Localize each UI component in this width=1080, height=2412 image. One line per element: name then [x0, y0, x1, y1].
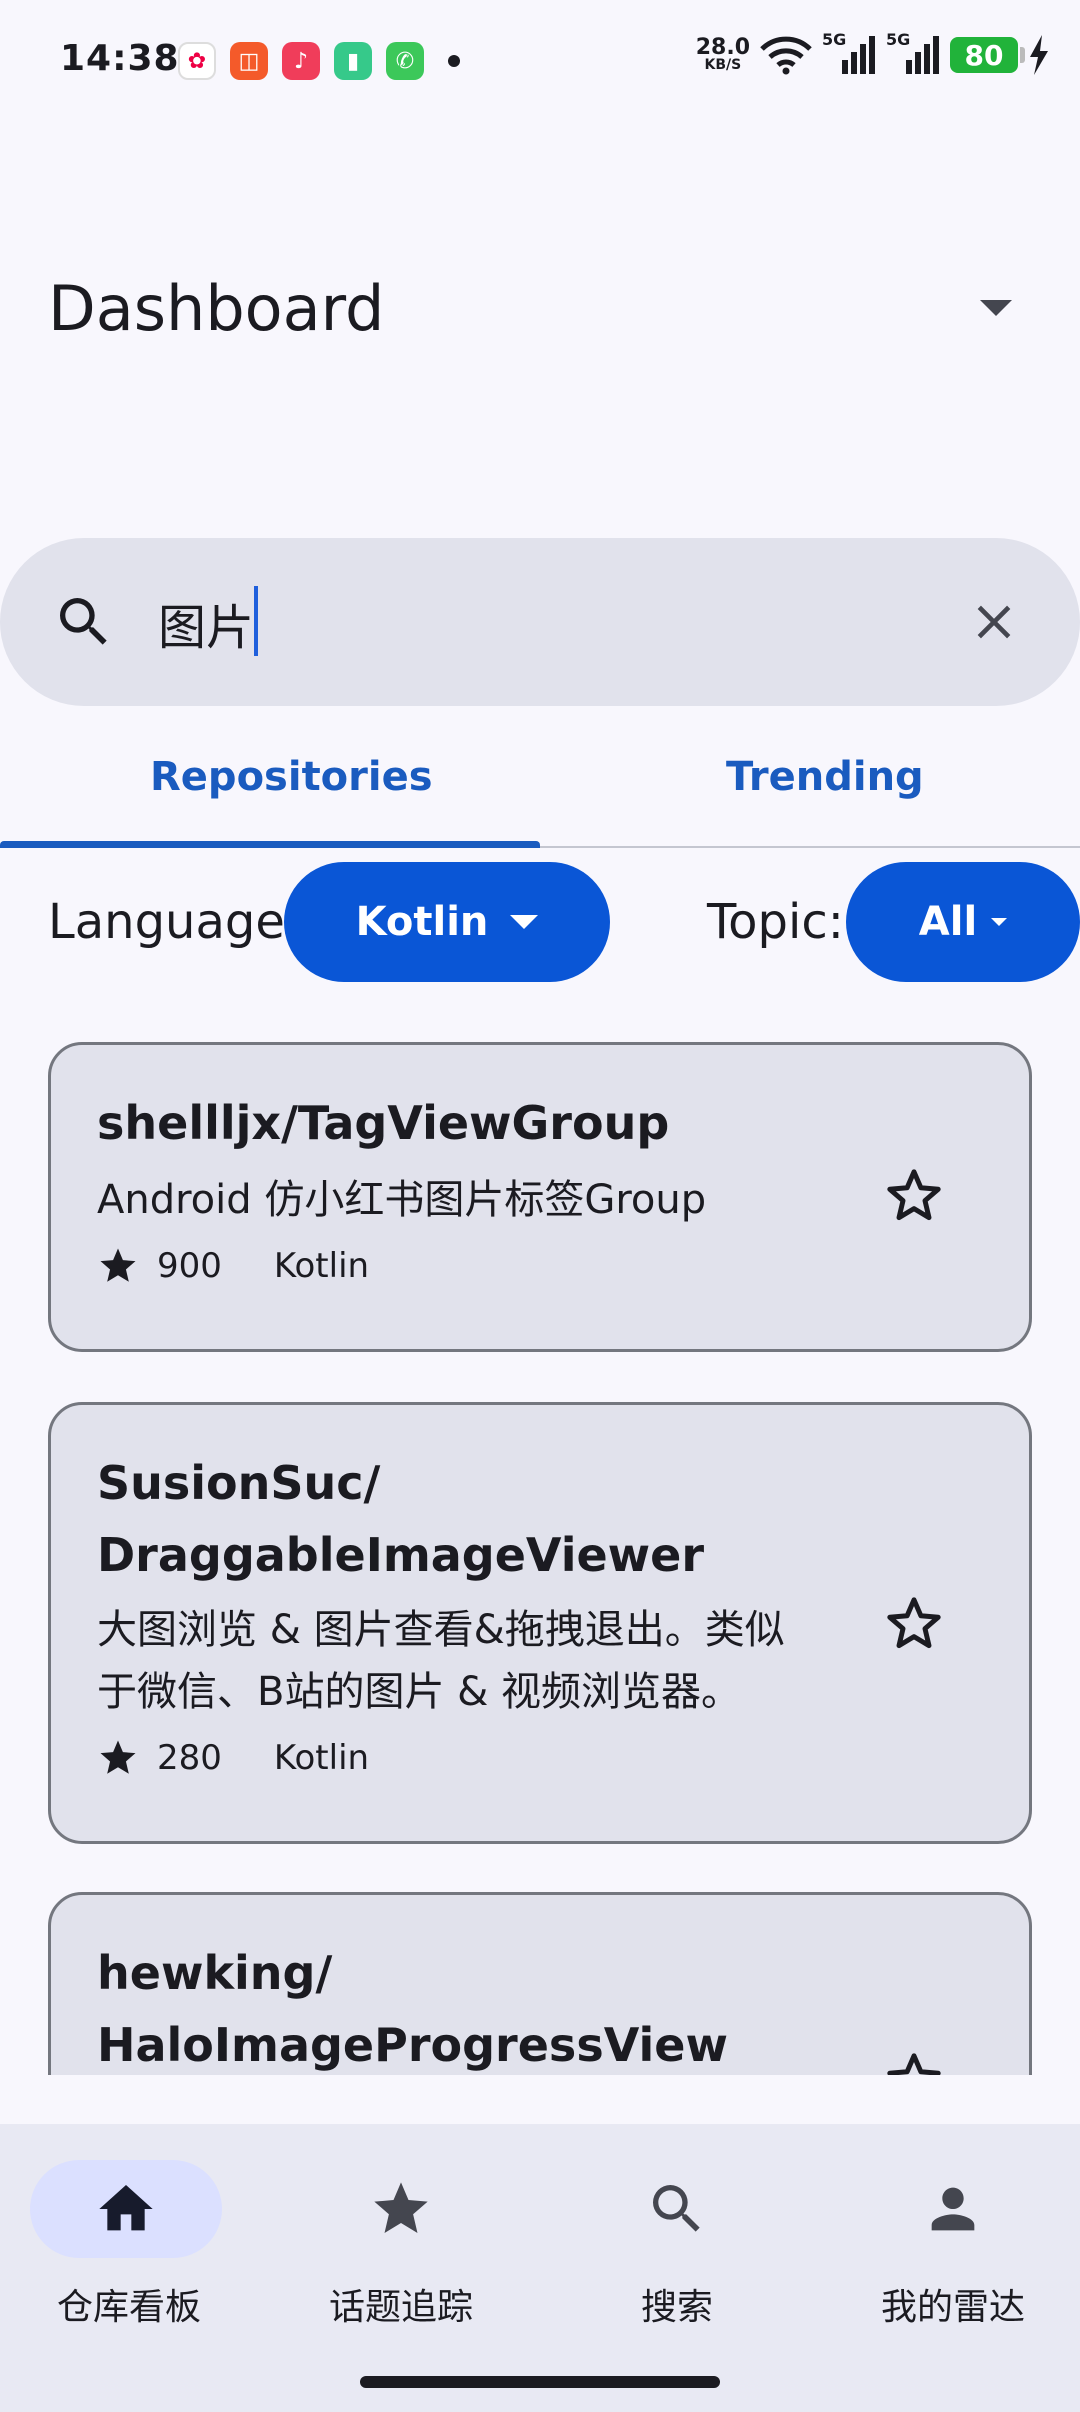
signal-icon: 5G: [822, 30, 876, 76]
nav-label: 我的雷达: [880, 2287, 1025, 2328]
home-icon: [99, 2185, 153, 2231]
star-icon: [374, 2182, 428, 2233]
nav-label: 仓库看板: [56, 2287, 201, 2328]
topic-value: All: [918, 899, 978, 945]
star-filled-icon: [100, 1248, 136, 1282]
nav-item-dashboard[interactable]: 仓库看板: [0, 2160, 270, 2330]
repo-card[interactable]: SusionSuc/ DraggableImageViewer 大图浏览 & 图…: [48, 1402, 1032, 1844]
star-filled-icon: [100, 1740, 136, 1774]
search-icon: [653, 2185, 700, 2232]
status-bar: 14:38 ✿ ◫ ♪ ▮ ✆ 28.0 KB/S 5G 5G 80: [0, 0, 1080, 124]
repo-title: SusionSuc/ DraggableImageViewer: [97, 1447, 857, 1591]
dropdown-menu-icon[interactable]: [980, 300, 1012, 316]
repo-card[interactable]: shellljx/TagViewGroup Android 仿小红书图片标签Gr…: [48, 1042, 1032, 1352]
star-outline-icon[interactable]: [881, 2047, 947, 2075]
person-icon: [931, 2187, 975, 2231]
tab-repositories[interactable]: Repositories: [150, 754, 433, 800]
repo-language: Kotlin: [273, 1738, 370, 1778]
topic-dropdown[interactable]: All: [846, 862, 1080, 982]
text-cursor: [254, 586, 258, 656]
nav-item-search[interactable]: 搜索: [542, 2160, 812, 2330]
music-app-icon: ♪: [282, 42, 320, 80]
charging-icon: [1030, 35, 1048, 75]
chevron-down-icon: [991, 918, 1008, 926]
repo-title: shellljx/TagViewGroup: [97, 1096, 670, 1150]
nav-item-topics[interactable]: 话题追踪: [266, 2160, 536, 2330]
status-time: 14:38: [60, 38, 180, 79]
search-bar[interactable]: [0, 538, 1080, 706]
repo-language: Kotlin: [273, 1246, 370, 1286]
net-speed: 28.0 KB/S: [696, 37, 750, 73]
close-icon[interactable]: [966, 594, 1022, 650]
language-label: Language:: [48, 894, 302, 950]
repo-list[interactable]: shellljx/TagViewGroup Android 仿小红书图片标签Gr…: [0, 1000, 1080, 2075]
wifi-icon: [760, 36, 812, 75]
repo-title-line: DraggableImageViewer: [97, 1528, 705, 1582]
repo-title: hewking/ HaloImageProgressView: [97, 1937, 857, 2075]
repo-description-line: 于微信、B站的图片 & 视频浏览器。: [97, 1669, 742, 1715]
language-dropdown[interactable]: Kotlin: [284, 862, 610, 982]
star-outline-icon[interactable]: [881, 1591, 947, 1657]
nav-item-radar[interactable]: 我的雷达: [818, 2160, 1080, 2330]
repo-meta: 900 Kotlin: [97, 1245, 369, 1287]
star-count: 900: [157, 1246, 222, 1286]
repo-meta: 280 Kotlin: [97, 1737, 369, 1779]
search-icon: [60, 598, 107, 645]
repo-title-line: SusionSuc/: [97, 1456, 381, 1510]
topic-label: Topic:: [707, 894, 844, 950]
battery-indicator: 80: [950, 37, 1025, 73]
notification-icons: ✿ ◫ ♪ ▮ ✆: [178, 42, 460, 80]
app-notification-icon: ◫: [230, 42, 268, 80]
page-title: Dashboard: [48, 272, 385, 345]
status-right: 28.0 KB/S 5G 5G 80: [696, 30, 1050, 76]
home-indicator[interactable]: [360, 2376, 720, 2388]
battery-app-icon: ▮: [334, 42, 372, 80]
bottom-navigation: 仓库看板 话题追踪 搜索 我的雷达: [0, 2124, 1080, 2412]
language-value: Kotlin: [355, 899, 489, 945]
repo-description: Android 仿小红书图片标签Group: [97, 1177, 707, 1223]
phone-app-icon: ✆: [386, 42, 424, 80]
tab-indicator: [0, 841, 540, 848]
more-notifications-dot: [448, 55, 460, 67]
signal-label: 5G: [822, 30, 847, 49]
repo-description-line: 大图浏览 & 图片查看&拖拽退出。类似: [97, 1607, 785, 1653]
net-speed-unit: KB/S: [704, 57, 742, 73]
repo-title-line: HaloImageProgressView: [97, 2018, 728, 2072]
repo-description: 大图浏览 & 图片查看&拖拽退出。类似 于微信、B站的图片 & 视频浏览器。: [97, 1599, 857, 1723]
nav-label: 话题追踪: [328, 2287, 473, 2328]
nav-label: 搜索: [640, 2287, 713, 2328]
search-input[interactable]: [158, 588, 918, 658]
signal-icon: 5G: [886, 30, 940, 76]
tab-trending[interactable]: Trending: [726, 754, 924, 800]
tab-bar: Repositories Trending: [0, 706, 1080, 848]
star-count: 280: [157, 1738, 222, 1778]
app-notification-icon: ✿: [178, 42, 216, 80]
repo-card[interactable]: hewking/ HaloImageProgressView: [48, 1892, 1032, 2075]
chevron-down-icon: [510, 915, 539, 929]
signal-label: 5G: [886, 30, 911, 49]
repo-title-line: hewking/: [97, 1946, 333, 2000]
star-outline-icon[interactable]: [881, 1163, 947, 1229]
